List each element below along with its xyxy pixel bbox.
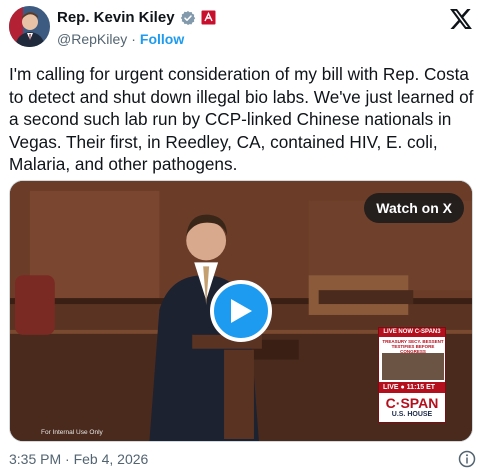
follow-button[interactable]: Follow [140, 31, 184, 47]
handle[interactable]: @RepKiley [57, 31, 127, 47]
tweet-card: Rep. Kevin Kiley @RepKiley · Follow I'm … [0, 0, 489, 470]
info-icon[interactable] [458, 450, 476, 468]
handle-row: @RepKiley · Follow [57, 31, 184, 47]
profile-photo-icon [9, 6, 50, 47]
display-name[interactable]: Rep. Kevin Kiley [57, 9, 175, 26]
timestamp[interactable]: 3:35 PM · Feb 4, 2026 [9, 451, 148, 467]
avatar[interactable] [9, 6, 50, 47]
cspan-thumbnail [382, 353, 444, 380]
congress-flag-icon [201, 10, 216, 25]
cspan-bug: LIVE NOW C-SPAN3 TREASURY SECY. BESSENT … [378, 327, 446, 423]
watch-on-x-button[interactable]: Watch on X [364, 193, 464, 223]
verified-badge-icon [180, 10, 196, 26]
separator: · [131, 31, 136, 47]
internal-use-label: For Internal Use Only [41, 429, 103, 436]
video-player[interactable]: Watch on X LIVE NOW C-SPAN3 TREASURY SEC… [9, 180, 473, 442]
tweet-text: I'm calling for urgent consideration of … [9, 64, 474, 174]
cspan-live-time: LIVE ● 11:15 ET [379, 382, 445, 393]
play-button[interactable] [210, 280, 272, 342]
cspan-logo: C·SPAN [385, 395, 439, 411]
cspan-live-now: LIVE NOW C-SPAN3 [379, 328, 445, 337]
cspan-house: U.S. HOUSE [391, 411, 433, 418]
play-icon [231, 299, 252, 323]
author-name-row: Rep. Kevin Kiley [57, 9, 216, 26]
x-logo-icon[interactable] [450, 9, 472, 29]
